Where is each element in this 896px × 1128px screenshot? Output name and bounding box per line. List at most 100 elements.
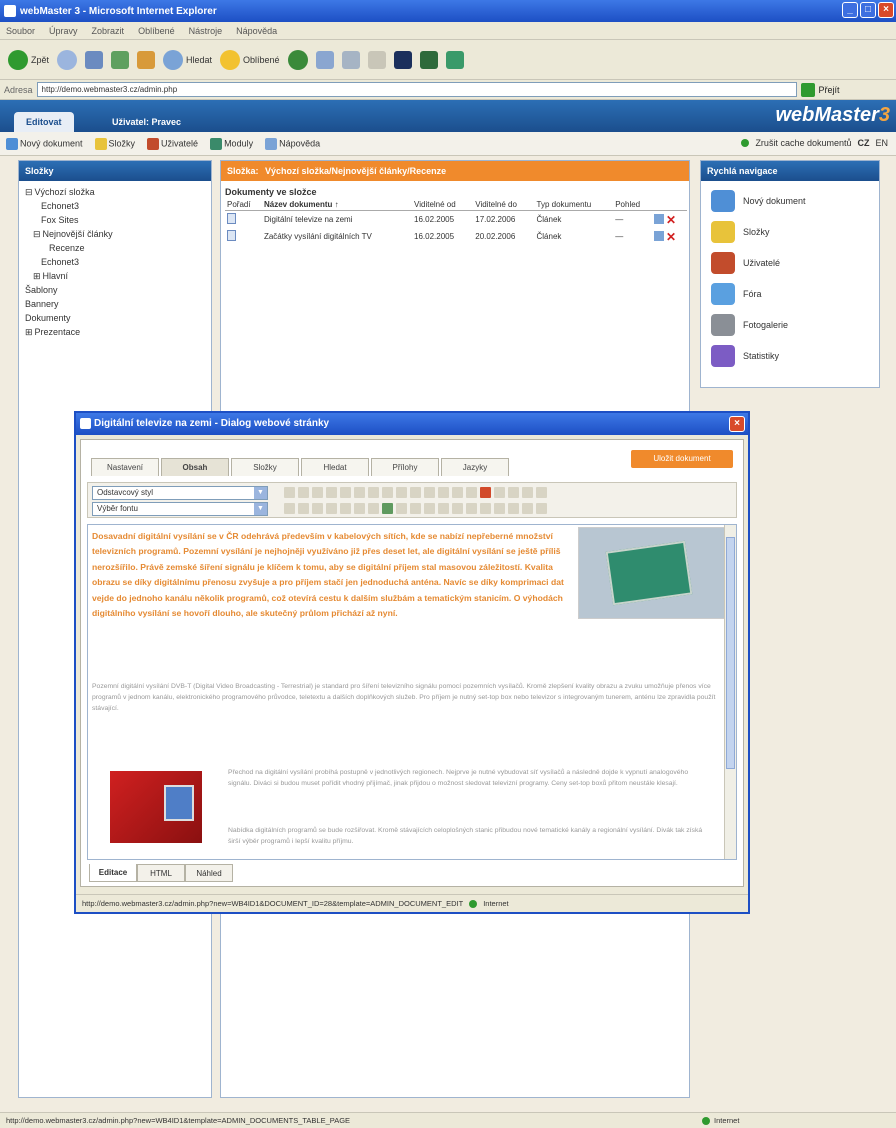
subscript-icon[interactable]: [354, 487, 365, 498]
quick-nav-item[interactable]: Fotogalerie: [701, 309, 879, 340]
home-icon[interactable]: [137, 50, 156, 69]
tab-content[interactable]: Obsah: [161, 458, 229, 476]
tab-folders[interactable]: Složky: [231, 458, 299, 476]
folders-button[interactable]: Složky: [94, 137, 135, 150]
wysiwyg-editor[interactable]: Dosavadní digitální vysílání se v ČR ode…: [87, 524, 737, 860]
redo-icon[interactable]: [340, 503, 351, 514]
tab-edit[interactable]: Editovat: [14, 112, 74, 132]
research-icon[interactable]: [419, 50, 438, 69]
paste-icon[interactable]: [312, 503, 323, 514]
col-order[interactable]: Pořadí: [225, 199, 262, 211]
col-visible-from[interactable]: Viditelné od: [412, 199, 474, 211]
outdent-icon[interactable]: [452, 487, 463, 498]
mode-preview-tab[interactable]: Náhled: [185, 864, 233, 882]
cell-props-icon[interactable]: [522, 503, 533, 514]
tree-item[interactable]: ⊞ Prezentace: [25, 325, 205, 339]
col-name[interactable]: Název dokumentu ↑: [261, 199, 413, 211]
scrollbar-thumb[interactable]: [726, 537, 735, 769]
quick-nav-item[interactable]: Nový dokument: [701, 185, 879, 216]
tree-item[interactable]: Dokumenty: [25, 311, 205, 325]
mode-html-tab[interactable]: HTML: [137, 864, 185, 882]
edit-icon[interactable]: [654, 213, 664, 224]
quick-nav-item[interactable]: Statistiky: [701, 340, 879, 371]
delete-row-icon[interactable]: [466, 503, 477, 514]
lang-cz[interactable]: CZ: [857, 138, 869, 148]
stop-icon[interactable]: [85, 50, 104, 69]
align-center-icon[interactable]: [382, 487, 393, 498]
tab-languages[interactable]: Jazyky: [441, 458, 509, 476]
editor-scrollbar[interactable]: [724, 525, 736, 859]
find-icon[interactable]: [354, 503, 365, 514]
new-document-button[interactable]: Nový dokument: [6, 137, 83, 150]
table-icon[interactable]: [424, 503, 435, 514]
undo-icon[interactable]: [326, 503, 337, 514]
forward-arrow-icon[interactable]: [57, 49, 78, 70]
tree-item[interactable]: Fox Sites: [25, 213, 205, 227]
messenger-icon[interactable]: [393, 50, 412, 69]
highlight-icon[interactable]: [494, 487, 505, 498]
favorites-button[interactable]: Oblíbené: [220, 49, 280, 70]
lang-en[interactable]: EN: [875, 138, 888, 148]
cut-icon[interactable]: [284, 503, 295, 514]
delete-col-icon[interactable]: [480, 503, 491, 514]
menu-help[interactable]: Nápověda: [236, 26, 277, 36]
menu-tools[interactable]: Nástroje: [189, 26, 223, 36]
text-color-icon[interactable]: [480, 487, 491, 498]
delete-icon[interactable]: ✕: [666, 231, 676, 243]
mode-edit-tab[interactable]: Editace: [89, 864, 137, 882]
table-row[interactable]: Digitální televize na zemi 16.02.2005 17.0…: [225, 211, 687, 229]
font-select[interactable]: Výběr fontu ▼: [92, 502, 268, 516]
refresh-icon[interactable]: [111, 50, 130, 69]
horizontal-rule-icon[interactable]: [368, 503, 379, 514]
modules-button[interactable]: Moduly: [210, 137, 253, 150]
mail-icon[interactable]: [315, 50, 334, 69]
strikethrough-icon[interactable]: [326, 487, 337, 498]
align-left-icon[interactable]: [368, 487, 379, 498]
insert-col-icon[interactable]: [452, 503, 463, 514]
tree-item[interactable]: ⊞ Hlavní: [25, 269, 205, 283]
align-justify-icon[interactable]: [410, 487, 421, 498]
search-button[interactable]: Hledat: [163, 49, 212, 70]
unordered-list-icon[interactable]: [438, 487, 449, 498]
flash-icon[interactable]: [396, 503, 407, 514]
tree-item[interactable]: Bannery: [25, 297, 205, 311]
special-char-icon[interactable]: [410, 503, 421, 514]
quick-nav-item[interactable]: Složky: [701, 216, 879, 247]
users-button[interactable]: Uživatelé: [147, 137, 198, 150]
menu-favorites[interactable]: Oblíbené: [138, 26, 175, 36]
save-document-button[interactable]: Uložit dokument: [631, 450, 733, 468]
go-label[interactable]: Přejít: [819, 85, 840, 95]
bold-icon[interactable]: [284, 487, 295, 498]
close-button[interactable]: ×: [878, 2, 894, 18]
maximize-button[interactable]: □: [860, 2, 876, 18]
edit-icon[interactable]: [654, 230, 664, 241]
minimize-button[interactable]: _: [842, 2, 858, 18]
print-icon[interactable]: [341, 50, 360, 69]
menu-view[interactable]: Zobrazit: [92, 26, 125, 36]
tab-settings[interactable]: Nastavení: [91, 458, 159, 476]
edit-icon[interactable]: [367, 50, 386, 69]
quick-nav-item[interactable]: Uživatelé: [701, 247, 879, 278]
superscript-icon[interactable]: [340, 487, 351, 498]
delete-icon[interactable]: ✕: [666, 214, 676, 226]
tab-attachments[interactable]: Přílohy: [371, 458, 439, 476]
tree-item[interactable]: ⊟ Výchozí složka: [25, 185, 205, 199]
tree-item[interactable]: Šablony: [25, 283, 205, 297]
address-input[interactable]: http://demo.webmaster3.cz/admin.php: [36, 82, 797, 97]
image-icon[interactable]: [382, 503, 393, 514]
preview-icon[interactable]: [536, 503, 547, 514]
paragraph-style-select[interactable]: Odstavcový styl ▼: [92, 486, 268, 500]
back-button[interactable]: Zpět: [8, 49, 49, 70]
tools-icon[interactable]: [445, 50, 464, 69]
expand-icon[interactable]: ⊞: [33, 271, 41, 281]
source-icon[interactable]: [536, 487, 547, 498]
copy-icon[interactable]: [298, 503, 309, 514]
align-right-icon[interactable]: [396, 487, 407, 498]
split-cells-icon[interactable]: [508, 503, 519, 514]
tree-item[interactable]: ⊟ Nejnovější články: [25, 227, 205, 241]
tab-search[interactable]: Hledat: [301, 458, 369, 476]
dialog-close-button[interactable]: ×: [729, 416, 745, 432]
tree-item[interactable]: Echonet3: [25, 199, 205, 213]
col-type[interactable]: Typ dokumentu: [534, 199, 614, 211]
merge-cells-icon[interactable]: [494, 503, 505, 514]
